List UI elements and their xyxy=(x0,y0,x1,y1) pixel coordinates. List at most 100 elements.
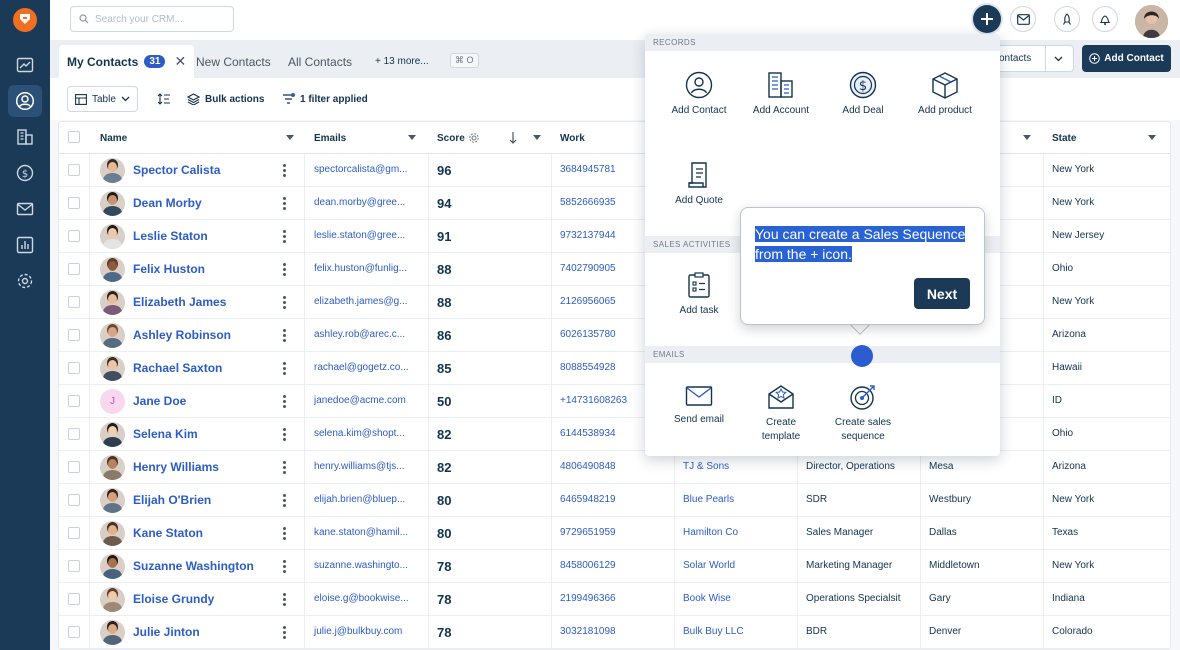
work-phone-link[interactable]: 2126956065 xyxy=(560,296,616,307)
row-checkbox[interactable] xyxy=(68,197,80,209)
app-logo-icon[interactable] xyxy=(13,8,37,32)
dashboard-icon[interactable] xyxy=(8,49,42,81)
row-more-options-icon[interactable] xyxy=(283,593,286,606)
email-link[interactable]: elijah.brien@bluep... xyxy=(314,494,405,505)
account-link[interactable]: Blue Pearls xyxy=(683,494,734,505)
table-row[interactable]: Suzanne Washington suzanne.washingto... … xyxy=(59,550,1170,583)
contacts-icon[interactable] xyxy=(8,85,42,117)
contact-name-link[interactable]: Felix Huston xyxy=(133,262,205,276)
column-header-state[interactable]: State xyxy=(1052,122,1162,154)
add-quote-menu-item[interactable]: Add Quote xyxy=(658,161,740,206)
work-phone-link[interactable]: 8458006129 xyxy=(560,560,616,571)
table-row[interactable]: Kane Staton kane.staton@hamil... 80 9729… xyxy=(59,517,1170,550)
sort-options-button[interactable] xyxy=(157,86,171,112)
contact-name-link[interactable]: Jane Doe xyxy=(133,394,186,408)
tab-all-contacts[interactable]: All Contacts xyxy=(288,45,352,78)
email-link[interactable]: janedoe@acme.com xyxy=(314,395,406,406)
account-link[interactable]: TJ & Sons xyxy=(683,461,729,472)
email-link[interactable]: ashley.rob@arec.c... xyxy=(314,329,405,340)
create-template-menu-item[interactable]: Create template xyxy=(740,384,822,444)
launch-button[interactable] xyxy=(1054,6,1080,32)
column-header-name[interactable]: Name xyxy=(100,122,300,154)
email-link[interactable]: kane.staton@hamil... xyxy=(314,527,408,538)
sort-descending-arrow-icon[interactable] xyxy=(509,132,517,144)
user-avatar[interactable] xyxy=(1135,5,1168,38)
add-contact-menu-item[interactable]: Add Contact xyxy=(658,71,740,116)
row-checkbox[interactable] xyxy=(68,494,80,506)
email-link[interactable]: henry.williams@tjs... xyxy=(314,461,405,472)
add-account-menu-item[interactable]: Add Account xyxy=(740,71,822,116)
row-checkbox[interactable] xyxy=(68,626,80,638)
email-link[interactable]: selena.kim@shopt... xyxy=(314,428,405,439)
contact-name-link[interactable]: Selena Kim xyxy=(133,427,198,441)
email-link[interactable]: rachael@gogetz.co... xyxy=(314,362,409,373)
tab-new-contacts[interactable]: New Contacts xyxy=(196,45,271,78)
row-checkbox[interactable] xyxy=(68,263,80,275)
row-checkbox[interactable] xyxy=(68,428,80,440)
contact-name-link[interactable]: Kane Staton xyxy=(133,526,203,540)
contact-name-link[interactable]: Ashley Robinson xyxy=(133,328,231,342)
row-more-options-icon[interactable] xyxy=(283,560,286,573)
row-more-options-icon[interactable] xyxy=(283,395,286,408)
row-checkbox[interactable] xyxy=(68,329,80,341)
row-checkbox[interactable] xyxy=(68,362,80,374)
row-checkbox[interactable] xyxy=(68,461,80,473)
global-search[interactable] xyxy=(70,6,234,32)
row-more-options-icon[interactable] xyxy=(283,197,286,210)
row-more-options-icon[interactable] xyxy=(283,230,286,243)
contact-name-link[interactable]: Spector Calista xyxy=(133,163,220,177)
table-row[interactable]: Eloise Grundy eloise.g@bookwise... 78 21… xyxy=(59,583,1170,616)
contact-name-link[interactable]: Dean Morby xyxy=(133,196,202,210)
email-link[interactable]: felix.huston@funlig... xyxy=(314,263,407,274)
row-checkbox[interactable] xyxy=(68,164,80,176)
row-checkbox[interactable] xyxy=(68,527,80,539)
contact-name-link[interactable]: Leslie Staton xyxy=(133,229,208,243)
contact-name-link[interactable]: Julie Jinton xyxy=(133,625,200,639)
table-row[interactable]: Elijah O'Brien elijah.brien@bluep... 80 … xyxy=(59,484,1170,517)
email-link[interactable]: suzanne.washingto... xyxy=(314,560,408,571)
row-more-options-icon[interactable] xyxy=(283,329,286,342)
select-all-checkbox[interactable] xyxy=(68,131,80,143)
work-phone-link[interactable]: 5852666935 xyxy=(560,197,616,208)
create-sales-sequence-menu-item[interactable]: Create sales sequence xyxy=(822,384,904,444)
work-phone-link[interactable]: 6465948219 xyxy=(560,494,616,505)
row-checkbox[interactable] xyxy=(68,230,80,242)
account-link[interactable]: Solar World xyxy=(683,560,735,571)
close-tab-icon[interactable]: ✕ xyxy=(174,53,186,70)
row-more-options-icon[interactable] xyxy=(283,428,286,441)
work-phone-link[interactable]: 9732137944 xyxy=(560,230,616,241)
row-more-options-icon[interactable] xyxy=(283,164,286,177)
reports-icon[interactable] xyxy=(8,229,42,261)
tooltip-next-button[interactable]: Next xyxy=(914,278,970,309)
account-link[interactable]: Hamilton Co xyxy=(683,527,738,538)
row-more-options-icon[interactable] xyxy=(283,494,286,507)
column-header-emails[interactable]: Emails xyxy=(314,122,424,154)
account-link[interactable]: Bulk Buy LLC xyxy=(683,626,744,637)
column-header-score[interactable]: Score xyxy=(437,122,547,154)
table-row[interactable]: J Jane Doe janedoe@acme.com 50 +14731608… xyxy=(59,385,1170,418)
contact-name-link[interactable]: Suzanne Washington xyxy=(133,559,254,573)
work-phone-link[interactable]: 7402790905 xyxy=(560,263,616,274)
tab-more[interactable]: + 13 more... xyxy=(375,45,429,78)
table-row[interactable]: Felix Huston felix.huston@funlig... 88 7… xyxy=(59,253,1170,286)
settings-gear-icon[interactable] xyxy=(8,265,42,297)
filter-button[interactable]: 1 filter applied xyxy=(282,86,368,112)
work-phone-link[interactable]: 6144538934 xyxy=(560,428,616,439)
contact-name-link[interactable]: Henry Williams xyxy=(133,460,219,474)
row-more-options-icon[interactable] xyxy=(283,362,286,375)
view-type-dropdown[interactable]: Table xyxy=(67,86,138,112)
add-product-menu-item[interactable]: Add product xyxy=(904,71,986,116)
work-phone-link[interactable]: 8088554928 xyxy=(560,362,616,373)
accounts-icon[interactable] xyxy=(8,121,42,153)
table-row[interactable]: Spector Calista spectorcalista@gm... 96 … xyxy=(59,154,1170,187)
table-row[interactable]: Dean Morby dean.morby@gree... 94 5852666… xyxy=(59,187,1170,220)
row-more-options-icon[interactable] xyxy=(283,626,286,639)
search-input[interactable] xyxy=(95,11,229,27)
email-link[interactable]: elizabeth.james@g... xyxy=(314,296,408,307)
table-row[interactable]: Elizabeth James elizabeth.james@g... 88 … xyxy=(59,286,1170,319)
table-row[interactable]: Selena Kim selena.kim@shopt... 82 614453… xyxy=(59,418,1170,451)
contact-name-link[interactable]: Elijah O'Brien xyxy=(133,493,211,507)
contact-name-link[interactable]: Elizabeth James xyxy=(133,295,226,309)
contact-name-link[interactable]: Eloise Grundy xyxy=(133,592,214,606)
tab-my-contacts[interactable]: My Contacts 31 ✕ xyxy=(59,45,195,78)
